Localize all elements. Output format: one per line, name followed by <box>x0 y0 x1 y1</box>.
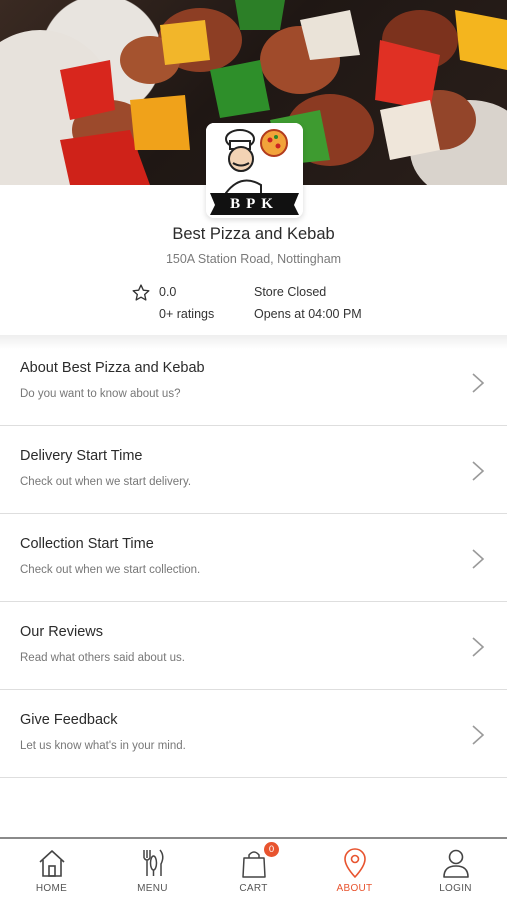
nav-home-label: HOME <box>35 883 68 894</box>
rating-value: 0.0 <box>159 285 177 299</box>
list-item-about[interactable]: About Best Pizza and Kebab Do you want t… <box>0 338 507 426</box>
nav-login[interactable]: LOGIN <box>405 839 506 900</box>
user-icon <box>442 849 469 878</box>
ratings-count: 0+ ratings <box>159 307 215 321</box>
list-item-feedback[interactable]: Give Feedback Let us know what's in your… <box>0 690 507 778</box>
home-icon <box>38 850 65 877</box>
nav-menu-label: MENU <box>137 883 168 894</box>
location-pin-icon <box>343 848 366 878</box>
list-item-reviews[interactable]: Our Reviews Read what others said about … <box>0 602 507 690</box>
nav-home[interactable]: HOME <box>1 839 102 900</box>
nav-cart[interactable]: 0 CART <box>203 839 304 900</box>
cart-count-badge: 0 <box>264 842 279 857</box>
info-list: About Best Pizza and Kebab Do you want t… <box>0 338 507 778</box>
list-item-subtitle: Read what others said about us. <box>20 652 185 664</box>
list-item-title: Our Reviews <box>20 624 103 640</box>
nav-about[interactable]: ABOUT <box>304 839 405 900</box>
chevron-right-icon <box>472 725 485 745</box>
cutlery-icon <box>142 849 163 876</box>
list-item-title: Give Feedback <box>20 712 118 728</box>
opening-time: Opens at 04:00 PM <box>254 307 362 321</box>
list-item-title: Delivery Start Time <box>20 448 143 464</box>
list-item-subtitle: Check out when we start collection. <box>20 564 201 576</box>
restaurant-stats: 0.0 0+ ratings Store Closed Opens at 04:… <box>0 283 507 325</box>
nav-cart-label: CART <box>239 883 268 894</box>
restaurant-name: Best Pizza and Kebab <box>172 225 335 243</box>
bottom-navigation: HOME MENU 0 CART ABOUT LOGIN <box>0 837 507 900</box>
chevron-right-icon <box>472 549 485 569</box>
list-item-title: About Best Pizza and Kebab <box>20 360 205 376</box>
nav-menu[interactable]: MENU <box>102 839 203 900</box>
list-item-title: Collection Start Time <box>20 536 154 552</box>
store-status: Store Closed <box>254 285 327 299</box>
chevron-right-icon <box>472 637 485 657</box>
list-item-subtitle: Let us know what's in your mind. <box>20 740 186 752</box>
list-item-subtitle: Do you want to know about us? <box>20 388 181 400</box>
chevron-right-icon <box>472 461 485 481</box>
nav-login-label: LOGIN <box>439 883 472 894</box>
restaurant-logo: BPK <box>206 123 303 218</box>
list-item-subtitle: Check out when we start delivery. <box>20 476 192 488</box>
chevron-right-icon <box>472 373 485 393</box>
logo-text: BPK <box>230 196 279 212</box>
restaurant-address: 150A Station Road, Nottingham <box>165 252 342 266</box>
list-item-collection-start-time[interactable]: Collection Start Time Check out when we … <box>0 514 507 602</box>
nav-about-label: ABOUT <box>336 883 373 894</box>
star-icon <box>132 284 150 301</box>
list-item-delivery-start-time[interactable]: Delivery Start Time Check out when we st… <box>0 426 507 514</box>
